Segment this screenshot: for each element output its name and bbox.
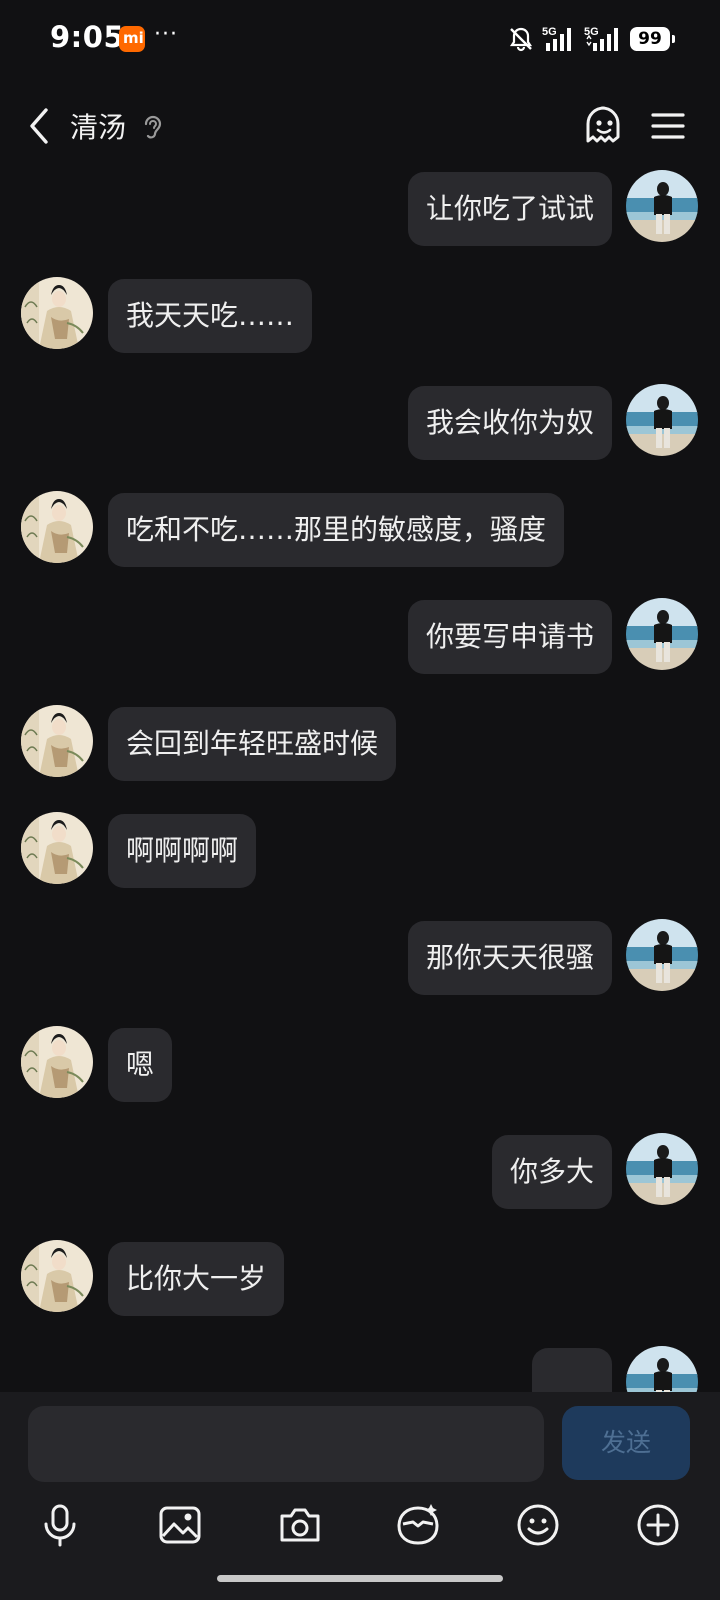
message-row-right: 那你天天很骚 <box>0 919 720 995</box>
my-avatar[interactable] <box>626 1346 698 1392</box>
message-bubble[interactable]: 比你大一岁 <box>108 1242 285 1316</box>
message-bubble[interactable]: 啊啊啊啊 <box>108 814 257 888</box>
contact-avatar[interactable] <box>21 277 93 349</box>
composer-bar: 发送 <box>0 1392 720 1600</box>
message-row-left: 会回到年轻旺盛时候 <box>0 705 720 781</box>
message-bubble[interactable] <box>532 1348 612 1392</box>
battery-indicator: 99 <box>630 27 675 51</box>
my-avatar[interactable] <box>626 1133 698 1205</box>
signal-5g-label-2: 5G <box>584 26 599 38</box>
contact-avatar[interactable] <box>21 1240 93 1312</box>
message-row-left: 啊啊啊啊 <box>0 812 720 888</box>
send-button[interactable]: 发送 <box>562 1406 690 1480</box>
plus-icon[interactable] <box>635 1502 681 1548</box>
message-row-left: 我天天吃…… <box>0 277 720 353</box>
message-list[interactable]: 让你吃了试试我天天吃…… 我会收你为奴吃和不吃……那里的敏感度，骚度你要写申请书会… <box>0 160 720 1392</box>
contact-name[interactable]: 清汤 <box>70 106 126 146</box>
message-row-left: 比你大一岁 <box>0 1240 720 1316</box>
emoji-icon[interactable] <box>515 1502 561 1548</box>
my-avatar[interactable] <box>626 598 698 670</box>
status-indicators: 5G 5G 99 <box>508 24 675 54</box>
message-row-left: 吃和不吃……那里的敏感度，骚度 <box>0 491 720 567</box>
message-row-right: 你多大 <box>0 1133 720 1209</box>
message-bubble[interactable]: 吃和不吃……那里的敏感度，骚度 <box>108 493 565 567</box>
my-avatar[interactable] <box>626 384 698 456</box>
message-row-left: 嗯 <box>0 1026 720 1102</box>
my-avatar[interactable] <box>626 170 698 242</box>
contact-avatar[interactable] <box>21 491 93 563</box>
bot-face-icon[interactable] <box>582 104 626 148</box>
message-input[interactable] <box>28 1406 544 1482</box>
contact-avatar[interactable] <box>21 705 93 777</box>
camera-icon[interactable] <box>277 1502 323 1548</box>
mi-label: mi <box>123 29 144 47</box>
message-bubble[interactable]: 那你天天很骚 <box>407 921 612 995</box>
status-bar: 9:05 mi ··· 5G 5G 99 <box>0 0 720 80</box>
my-avatar[interactable] <box>626 919 698 991</box>
signal-5g-icon: 5G <box>542 26 571 51</box>
contact-avatar[interactable] <box>21 812 93 884</box>
contact-avatar[interactable] <box>21 1026 93 1098</box>
signal-5g-icon-2: 5G <box>584 26 618 51</box>
message-bubble[interactable]: 嗯 <box>108 1028 173 1102</box>
microphone-icon[interactable] <box>37 1502 83 1548</box>
message-bubble[interactable]: 你要写申请书 <box>407 600 612 674</box>
home-indicator[interactable] <box>217 1575 503 1582</box>
hamburger-menu-icon[interactable] <box>650 108 686 144</box>
more-notifications-icon: ··· <box>154 22 178 47</box>
message-row-right <box>0 1346 720 1392</box>
message-bubble[interactable]: 我天天吃…… <box>108 279 313 353</box>
message-row-right: 让你吃了试试 <box>0 170 720 246</box>
message-bubble[interactable]: 你多大 <box>491 1135 612 1209</box>
chat-header: 清汤 <box>0 94 720 160</box>
image-icon[interactable] <box>157 1502 203 1548</box>
silent-bell-icon <box>509 27 533 52</box>
signal-5g-label: 5G <box>542 26 557 38</box>
message-row-right: 你要写申请书 <box>0 598 720 674</box>
message-bubble[interactable]: 让你吃了试试 <box>407 172 612 246</box>
mi-app-icon: mi <box>119 26 145 52</box>
message-bubble[interactable]: 会回到年轻旺盛时候 <box>108 707 397 781</box>
status-time: 9:05 <box>50 20 125 54</box>
message-row-right: 我会收你为奴 <box>0 384 720 460</box>
message-bubble[interactable]: 我会收你为奴 <box>407 386 612 460</box>
ear-icon[interactable] <box>140 112 164 142</box>
chevron-left-icon[interactable] <box>22 104 62 148</box>
sticker-icon[interactable] <box>395 1502 441 1548</box>
